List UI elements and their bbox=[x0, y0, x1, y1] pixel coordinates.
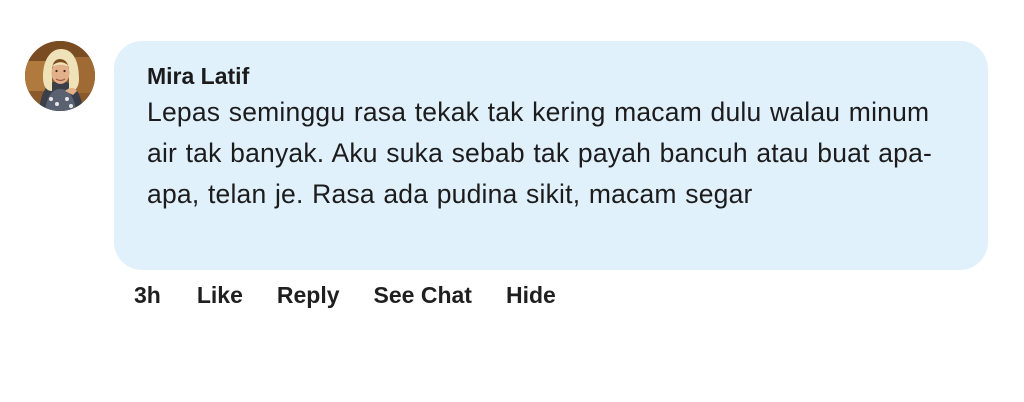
comment-text: Lepas seminggu rasa tekak tak kering mac… bbox=[147, 97, 933, 209]
comment-bubble: Mira Latif Lepas seminggu rasa tekak tak… bbox=[114, 41, 988, 270]
avatar[interactable] bbox=[25, 41, 95, 111]
comment-author[interactable]: Mira Latif bbox=[147, 63, 954, 89]
comment-actions: 3h Like Reply See Chat Hide bbox=[134, 279, 556, 311]
reply-button[interactable]: Reply bbox=[277, 282, 340, 309]
user-avatar-photo-icon bbox=[25, 41, 95, 111]
see-chat-button[interactable]: See Chat bbox=[374, 282, 472, 309]
like-button[interactable]: Like bbox=[197, 282, 243, 309]
hide-button[interactable]: Hide bbox=[506, 282, 556, 309]
comment-timestamp[interactable]: 3h bbox=[134, 282, 161, 309]
